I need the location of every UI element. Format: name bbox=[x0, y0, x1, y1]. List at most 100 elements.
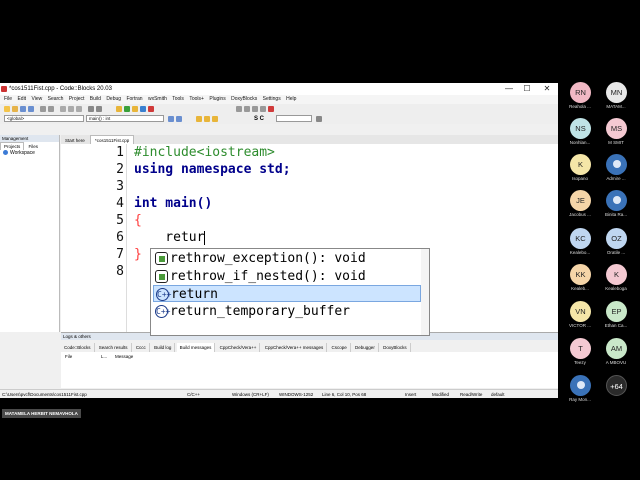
menu-tools[interactable]: Tools bbox=[172, 95, 184, 104]
column-file[interactable]: File bbox=[65, 354, 72, 359]
menu-wxsmith[interactable]: wxSmith bbox=[148, 95, 167, 104]
cpp-keyword-icon: C++ bbox=[156, 288, 172, 301]
paste-icon[interactable] bbox=[76, 106, 82, 112]
maximize-button[interactable]: ☐ bbox=[520, 83, 534, 95]
participant-tile[interactable]: Binita Ra... bbox=[596, 190, 636, 226]
autocomplete-item[interactable]: rethrow_if_nested(): void bbox=[153, 268, 421, 285]
more-participants-tile[interactable]: +64 bbox=[596, 375, 636, 411]
participant-tile[interactable]: K Isopano bbox=[560, 154, 600, 190]
save-icon[interactable] bbox=[20, 106, 26, 112]
step-over-icon[interactable] bbox=[244, 106, 250, 112]
participant-tile[interactable]: T Teezy bbox=[560, 338, 600, 374]
tab-codeblocks-log[interactable]: Code::Blocks bbox=[61, 343, 95, 352]
tab-cscope[interactable]: Cscope bbox=[329, 343, 351, 352]
stop-debugger-icon[interactable] bbox=[268, 106, 274, 112]
run-icon[interactable] bbox=[124, 106, 130, 112]
jump-forward-icon[interactable] bbox=[176, 116, 182, 122]
tab-build-messages[interactable]: Build messages bbox=[176, 343, 216, 352]
participant-tile[interactable]: RN Reahola ... bbox=[560, 82, 600, 118]
menu-build[interactable]: Build bbox=[90, 95, 101, 104]
workspace-icon bbox=[3, 150, 8, 156]
menu-settings[interactable]: Settings bbox=[263, 95, 281, 104]
minimize-button[interactable]: — bbox=[502, 83, 516, 95]
rebuild-icon[interactable] bbox=[140, 106, 146, 112]
menu-project[interactable]: Project bbox=[69, 95, 85, 104]
prev-bookmark-icon[interactable] bbox=[204, 116, 210, 122]
participant-name: Ethan Ca... bbox=[604, 323, 628, 328]
participant-tile[interactable]: MN MATAM... bbox=[596, 82, 636, 118]
workspace-tree: Workspace bbox=[0, 149, 59, 157]
undo-icon[interactable] bbox=[40, 106, 46, 112]
tab-search-results[interactable]: Search results bbox=[96, 343, 132, 352]
menu-file[interactable]: File bbox=[4, 95, 12, 104]
redo-icon[interactable] bbox=[48, 106, 54, 112]
participant-tile[interactable]: OZ Oratile ... bbox=[596, 228, 636, 264]
participant-tile[interactable]: Admire ... bbox=[596, 154, 636, 190]
symbol-combo[interactable]: main() : int bbox=[86, 115, 164, 122]
screen: *cos1511Fist.cpp - Code::Blocks 20.03 — … bbox=[0, 0, 640, 480]
next-bookmark-icon[interactable] bbox=[212, 116, 218, 122]
find-icon[interactable] bbox=[88, 106, 94, 112]
participant-avatar: NS bbox=[570, 118, 591, 139]
copy-icon[interactable] bbox=[68, 106, 74, 112]
participant-tile[interactable]: MS M SMIT bbox=[596, 118, 636, 154]
replace-icon[interactable] bbox=[96, 106, 102, 112]
save-all-icon[interactable] bbox=[28, 106, 34, 112]
autocomplete-scrollbar[interactable] bbox=[421, 249, 429, 335]
participant-tile[interactable]: K Kealeboga bbox=[596, 264, 636, 300]
menu-fortran[interactable]: Fortran bbox=[126, 95, 142, 104]
close-button[interactable]: ✕ bbox=[540, 83, 554, 95]
participant-avatar: RN bbox=[570, 82, 591, 103]
management-title: Management bbox=[0, 135, 59, 142]
column-line[interactable]: L... bbox=[101, 354, 107, 359]
new-file-icon[interactable] bbox=[4, 106, 10, 112]
participant-avatar bbox=[606, 190, 627, 211]
tab-doxyblocks[interactable]: DoxyBlocks bbox=[380, 343, 411, 352]
tab-cccc[interactable]: Cccc bbox=[133, 343, 150, 352]
autocomplete-item[interactable]: C++return_temporary_buffer bbox=[153, 303, 421, 320]
line-number: 6 bbox=[116, 230, 124, 245]
participant-tile[interactable]: VN VICTOR ... bbox=[560, 301, 600, 337]
cut-icon[interactable] bbox=[60, 106, 66, 112]
build-messages-list[interactable]: File L... Message bbox=[61, 352, 558, 388]
participant-tile[interactable]: JE Jacobus ... bbox=[560, 190, 600, 226]
participant-tile[interactable]: KC Kealebo... bbox=[560, 228, 600, 264]
menu-doxyblocks[interactable]: DoxyBlocks bbox=[231, 95, 257, 104]
menu-debug[interactable]: Debug bbox=[106, 95, 121, 104]
step-into-icon[interactable] bbox=[252, 106, 258, 112]
participant-tile[interactable]: NS Nonhlan... bbox=[560, 118, 600, 154]
build-and-run-icon[interactable] bbox=[132, 106, 138, 112]
participant-tile[interactable]: EP Ethan Ca... bbox=[596, 301, 636, 337]
bookmark-icon[interactable] bbox=[196, 116, 202, 122]
participant-tile[interactable]: AM A MBOVU bbox=[596, 338, 636, 374]
scope-combo[interactable]: <global> bbox=[4, 115, 84, 122]
search-combo[interactable] bbox=[276, 115, 312, 122]
menu-edit[interactable]: Edit bbox=[17, 95, 26, 104]
menu-view[interactable]: View bbox=[31, 95, 42, 104]
participant-name: Kealeboga bbox=[605, 286, 627, 291]
menu-search[interactable]: Search bbox=[48, 95, 64, 104]
jump-back-icon[interactable] bbox=[168, 116, 174, 122]
code-line: using namespace std; bbox=[134, 162, 291, 177]
tab-build-log[interactable]: Build log bbox=[151, 343, 176, 352]
menu-help[interactable]: Help bbox=[286, 95, 296, 104]
participant-tile[interactable]: Ray Mon... bbox=[560, 375, 600, 411]
tab-cppcheck-vera[interactable]: CppCheck/Vera++ bbox=[217, 343, 261, 352]
menu-plugins[interactable]: Plugins bbox=[209, 95, 225, 104]
participant-avatar: EP bbox=[606, 301, 627, 322]
search-icon[interactable] bbox=[316, 116, 322, 122]
workspace-node[interactable]: Workspace bbox=[3, 149, 59, 157]
column-message[interactable]: Message bbox=[115, 354, 133, 359]
status-bar: C:\Users\pvcf\Documents\cos1511Fist.cpp … bbox=[0, 389, 558, 398]
abort-icon[interactable] bbox=[148, 106, 154, 112]
menu-tools-plus[interactable]: Tools+ bbox=[189, 95, 204, 104]
autocomplete-item[interactable]: rethrow_exception(): void bbox=[153, 250, 421, 267]
tab-cppcheck-vera-messages[interactable]: CppCheck/Vera++ messages bbox=[262, 343, 328, 352]
debug-continue-icon[interactable] bbox=[236, 106, 242, 112]
participant-tile[interactable]: KK Kealeb... bbox=[560, 264, 600, 300]
autocomplete-item-selected[interactable]: C++return bbox=[153, 285, 421, 302]
step-out-icon[interactable] bbox=[260, 106, 266, 112]
tab-debugger[interactable]: Debugger bbox=[352, 343, 379, 352]
open-folder-icon[interactable] bbox=[12, 106, 18, 112]
build-gear-icon[interactable] bbox=[116, 106, 122, 112]
